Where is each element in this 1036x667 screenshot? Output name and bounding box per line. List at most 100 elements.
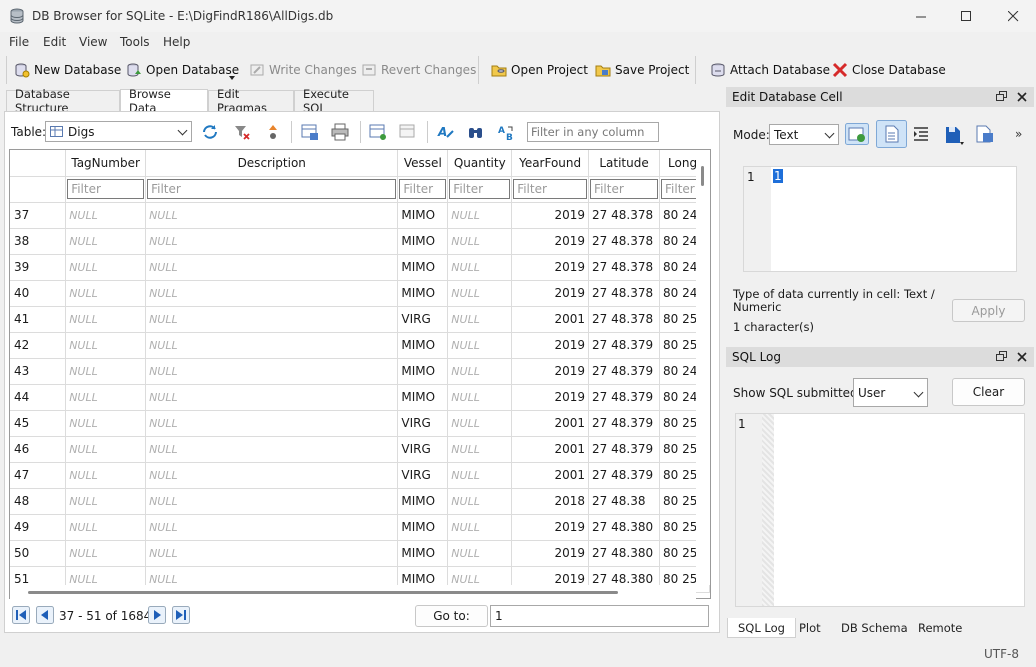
- row-number[interactable]: 48: [10, 488, 67, 515]
- cell-latitude[interactable]: 27 48.38: [588, 488, 661, 515]
- table-row[interactable]: 47 NULL NULL VIRG NULL 2001 27 48.379 80 25: [10, 462, 710, 489]
- menu-help[interactable]: Help: [163, 35, 190, 49]
- cell-yearfound[interactable]: 2019: [511, 332, 590, 359]
- table-row[interactable]: 48 NULL NULL MIMO NULL 2018 27 48.38 80 25: [10, 488, 710, 515]
- export-to-file-icon[interactable]: [975, 124, 995, 144]
- cell-tagnumber[interactable]: NULL: [65, 540, 147, 567]
- table-row[interactable]: 50 NULL NULL MIMO NULL 2019 27 48.380 80 25: [10, 540, 710, 567]
- cell-tagnumber[interactable]: NULL: [65, 202, 147, 229]
- cell-latitude[interactable]: 27 48.378: [588, 254, 661, 281]
- cell-yearfound[interactable]: 2019: [511, 540, 590, 567]
- cell-latitude[interactable]: 27 48.378: [588, 202, 661, 229]
- tab-edit-pragmas[interactable]: Edit Pragmas: [208, 87, 294, 115]
- cell-vessel[interactable]: MIMO: [397, 384, 449, 411]
- cell-tagnumber[interactable]: NULL: [65, 488, 147, 515]
- table-row[interactable]: 37 NULL NULL MIMO NULL 2019 27 48.378 80 24: [10, 202, 710, 229]
- menu-tools[interactable]: Tools: [120, 35, 150, 49]
- apply-button[interactable]: Apply: [952, 299, 1025, 322]
- new-database-button[interactable]: New Database: [14, 58, 121, 82]
- save-table-icon[interactable]: [301, 123, 319, 141]
- binoculars-icon[interactable]: [467, 123, 485, 141]
- cell-description[interactable]: NULL: [145, 436, 399, 463]
- table-row[interactable]: 40 NULL NULL MIMO NULL 2019 27 48.378 80 24: [10, 280, 710, 307]
- cell-editor-value[interactable]: 1: [773, 169, 783, 183]
- filter-description[interactable]: Filter: [147, 179, 397, 199]
- cell-latitude[interactable]: 27 48.378: [588, 306, 661, 333]
- goto-button[interactable]: Go to:: [415, 605, 488, 627]
- write-changes-button[interactable]: Write Changes: [249, 58, 357, 82]
- cell-latitude[interactable]: 27 48.379: [588, 436, 661, 463]
- row-number[interactable]: 39: [10, 254, 67, 281]
- replace-icon[interactable]: AB: [498, 123, 516, 141]
- cell-tagnumber[interactable]: NULL: [65, 358, 147, 385]
- cell-description[interactable]: NULL: [145, 540, 399, 567]
- row-number[interactable]: 41: [10, 306, 67, 333]
- column-header-description[interactable]: Description: [145, 150, 399, 177]
- table-row[interactable]: 43 NULL NULL MIMO NULL 2019 27 48.379 80 24: [10, 358, 710, 385]
- word-wrap-toggle-icon[interactable]: [876, 120, 907, 148]
- tab-remote[interactable]: Remote: [908, 618, 972, 638]
- cell-vessel[interactable]: VIRG: [397, 410, 449, 437]
- cell-quantity[interactable]: NULL: [447, 514, 513, 541]
- cell-yearfound[interactable]: 2019: [511, 280, 590, 307]
- tab-database-structure[interactable]: Database Structure: [6, 87, 120, 115]
- row-header-corner[interactable]: [10, 150, 67, 177]
- cell-quantity[interactable]: NULL: [447, 358, 513, 385]
- row-number[interactable]: 38: [10, 228, 67, 255]
- import-from-file-icon[interactable]: [944, 124, 966, 146]
- cell-quantity[interactable]: NULL: [447, 436, 513, 463]
- open-project-button[interactable]: Open Project: [491, 58, 588, 82]
- close-database-button[interactable]: Close Database: [832, 58, 946, 82]
- cell-latitude[interactable]: 27 48.379: [588, 462, 661, 489]
- previous-record-icon[interactable]: [36, 606, 54, 624]
- cell-quantity[interactable]: NULL: [447, 332, 513, 359]
- cell-description[interactable]: NULL: [145, 358, 399, 385]
- next-record-icon[interactable]: [148, 606, 166, 624]
- cell-quantity[interactable]: NULL: [447, 280, 513, 307]
- cell-yearfound[interactable]: 2019: [511, 228, 590, 255]
- cell-latitude[interactable]: 27 48.379: [588, 384, 661, 411]
- menu-edit[interactable]: Edit: [43, 35, 66, 49]
- row-number[interactable]: 45: [10, 410, 67, 437]
- more-tools-icon[interactable]: »: [1015, 127, 1022, 141]
- cell-vessel[interactable]: VIRG: [397, 436, 449, 463]
- tab-execute-sql[interactable]: Execute SQL: [294, 87, 374, 115]
- cell-tagnumber[interactable]: NULL: [65, 306, 147, 333]
- cell-quantity[interactable]: NULL: [447, 254, 513, 281]
- cell-yearfound[interactable]: 2018: [511, 488, 590, 515]
- cell-quantity[interactable]: NULL: [447, 202, 513, 229]
- tab-sql-log[interactable]: SQL Log: [727, 618, 796, 638]
- float-dock-icon[interactable]: [996, 351, 1007, 362]
- cell-quantity[interactable]: NULL: [447, 306, 513, 333]
- cell-latitude[interactable]: 27 48.379: [588, 410, 661, 437]
- row-number[interactable]: 37: [10, 202, 67, 229]
- cell-quantity[interactable]: NULL: [447, 410, 513, 437]
- insert-record-icon[interactable]: [369, 123, 387, 141]
- cell-description[interactable]: NULL: [145, 488, 399, 515]
- goto-input[interactable]: 1: [490, 605, 709, 627]
- open-database-dropdown-icon[interactable]: [229, 76, 235, 80]
- row-number[interactable]: 40: [10, 280, 67, 307]
- menu-view[interactable]: View: [79, 35, 107, 49]
- row-number[interactable]: 46: [10, 436, 67, 463]
- cell-description[interactable]: NULL: [145, 306, 399, 333]
- filter-vessel[interactable]: Filter: [399, 179, 447, 199]
- cell-tagnumber[interactable]: NULL: [65, 514, 147, 541]
- refresh-icon[interactable]: [201, 123, 219, 141]
- cell-yearfound[interactable]: 2019: [511, 384, 590, 411]
- cell-description[interactable]: NULL: [145, 462, 399, 489]
- cell-vessel[interactable]: MIMO: [397, 280, 449, 307]
- close-dock-icon[interactable]: [1017, 352, 1027, 362]
- cell-quantity[interactable]: NULL: [447, 488, 513, 515]
- maximize-button[interactable]: [943, 0, 989, 32]
- table-row[interactable]: 46 NULL NULL VIRG NULL 2001 27 48.379 80 25: [10, 436, 710, 463]
- sql-log-editor[interactable]: 1: [735, 413, 1025, 607]
- attach-database-button[interactable]: Attach Database: [710, 58, 830, 82]
- cell-description[interactable]: NULL: [145, 202, 399, 229]
- cell-vessel[interactable]: VIRG: [397, 306, 449, 333]
- table-row[interactable]: 45 NULL NULL VIRG NULL 2001 27 48.379 80 25: [10, 410, 710, 437]
- row-number[interactable]: 42: [10, 332, 67, 359]
- column-header-vessel[interactable]: Vessel: [397, 150, 449, 177]
- cell-description[interactable]: NULL: [145, 514, 399, 541]
- vertical-scrollbar[interactable]: [696, 150, 710, 585]
